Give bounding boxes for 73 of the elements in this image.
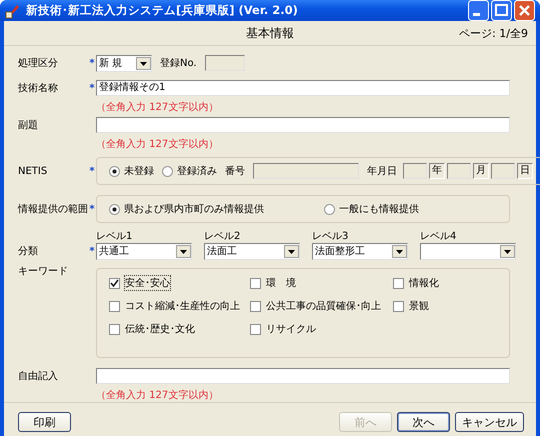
checkbox[interactable] xyxy=(393,300,404,312)
field-label: 副題 xyxy=(18,119,39,132)
field-label: 情報提供の範囲 xyxy=(18,202,88,216)
close-icon[interactable] xyxy=(514,0,535,21)
process-select[interactable]: 新 規 xyxy=(96,54,152,72)
level-label: レベル4 xyxy=(420,230,458,242)
form-button[interactable]: 次へ xyxy=(397,412,450,432)
checkbox-label: リサイクル xyxy=(266,323,316,336)
field-label: 分類 xyxy=(18,244,39,258)
date-unit: 日 xyxy=(517,163,533,179)
checkbox[interactable] xyxy=(109,278,120,288)
checkbox[interactable] xyxy=(109,300,120,312)
date-field[interactable] xyxy=(403,163,427,179)
maximize-icon[interactable] xyxy=(491,0,512,21)
technology-name-field[interactable]: 登録情報その1 xyxy=(96,80,510,96)
field-label: 年月日 xyxy=(367,165,397,178)
window-title: 新技術･新工法入力システム[兵庫県版] (Ver. 2.0) xyxy=(26,3,299,18)
checkbox[interactable] xyxy=(393,278,404,288)
required-mark: * xyxy=(88,246,96,256)
radio-button[interactable] xyxy=(162,166,173,176)
checkbox-label: コスト縮減･生産性の向上 xyxy=(125,300,240,313)
minimize-icon[interactable] xyxy=(468,0,489,21)
level-label: レベル1 xyxy=(96,230,134,242)
radio-label: 登録済み xyxy=(177,164,217,178)
required-mark: * xyxy=(88,204,96,214)
field-label: 処理区分 xyxy=(18,57,59,70)
date-unit: 年 xyxy=(429,163,445,179)
radio-button[interactable] xyxy=(324,204,335,214)
checkbox[interactable] xyxy=(250,324,261,334)
form-button[interactable]: キャンセル xyxy=(455,412,524,432)
checkbox-label: 公共工事の品質確保･向上 xyxy=(266,300,381,313)
field-label: 登録No. xyxy=(160,57,197,70)
radio-label: 一般にも情報提供 xyxy=(339,202,419,216)
date-field[interactable] xyxy=(447,163,471,179)
form-button[interactable]: 印刷 xyxy=(18,412,71,432)
radio-button[interactable] xyxy=(109,166,120,176)
required-mark: * xyxy=(88,166,96,176)
app-icon xyxy=(5,2,21,18)
page-indicator: ページ: 1/全9 xyxy=(459,26,528,40)
radio-label: 県および県内市町のみ情報提供 xyxy=(124,202,264,216)
category-select[interactable]: 法面工 xyxy=(204,242,300,260)
field-label: NETIS xyxy=(18,166,48,176)
input-hint: （全角入力 127文字以内） xyxy=(95,138,220,151)
checkbox-label: 伝統･歴史･文化 xyxy=(125,322,195,336)
checkbox-label: 環 境 xyxy=(266,276,296,290)
input-hint: （全角入力 127文字以内） xyxy=(95,100,220,114)
field-label: 自由記入 xyxy=(18,370,59,383)
checkbox-label: 景観 xyxy=(409,300,429,313)
required-mark: * xyxy=(88,58,96,68)
radio-button[interactable] xyxy=(109,204,120,214)
checkbox-label: 情報化 xyxy=(409,276,439,290)
free-text-field[interactable] xyxy=(96,368,510,384)
level-label: レベル2 xyxy=(204,230,242,242)
page-title: 基本情報 xyxy=(246,24,294,42)
category-select[interactable]: 法面整形工 xyxy=(312,242,408,260)
registration-number-field[interactable] xyxy=(204,55,245,71)
checkbox[interactable] xyxy=(250,278,261,288)
field-label: 技術名称 xyxy=(18,82,59,95)
field-label: 番号 xyxy=(225,164,245,178)
field-label: キーワード xyxy=(18,265,69,278)
category-select[interactable]: 共通工 xyxy=(96,242,192,260)
checkbox-label: 安全･安心 xyxy=(125,276,170,290)
checkbox[interactable] xyxy=(250,300,261,312)
required-mark: * xyxy=(88,82,96,94)
netis-number-field[interactable] xyxy=(253,163,359,179)
level-label: レベル3 xyxy=(312,230,350,242)
input-hint: （全角入力 127文字以内） xyxy=(95,388,220,402)
subtitle-field[interactable] xyxy=(96,117,510,133)
checkbox[interactable] xyxy=(109,324,120,334)
date-field[interactable] xyxy=(491,163,515,179)
category-select[interactable] xyxy=(420,242,516,260)
radio-label: 未登録 xyxy=(124,164,154,178)
date-unit: 月 xyxy=(473,163,489,179)
